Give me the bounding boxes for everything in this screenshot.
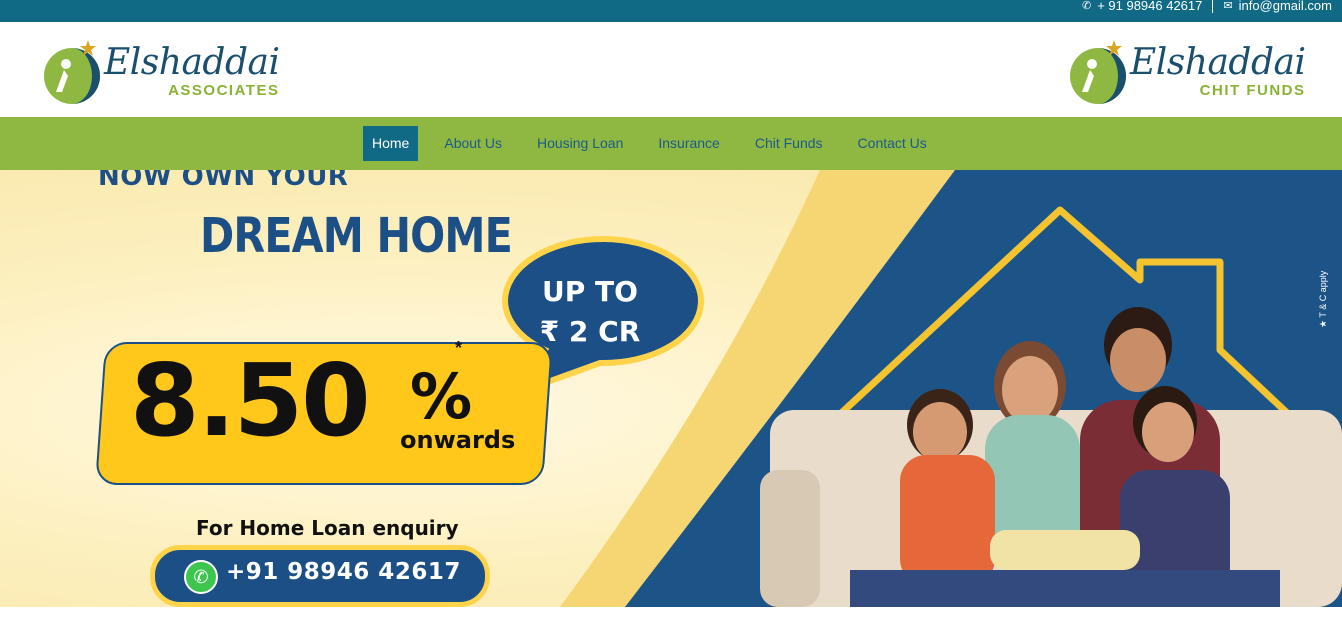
rate-percent-symbol: % (410, 360, 473, 433)
site-header: Elshaddai ASSOCIATES Elshaddai CHIT FUND… (0, 22, 1342, 117)
interest-rate: 8.50 (130, 342, 371, 459)
logo-associates[interactable]: Elshaddai ASSOCIATES (42, 36, 280, 106)
logo-emblem-icon (1070, 40, 1126, 104)
logo-chit-funds[interactable]: Elshaddai CHIT FUNDS (1068, 36, 1306, 106)
top-contact-bar: ✆ + 91 98946 42617 ✉ info@gmail.com (0, 0, 1342, 22)
loan-limit-bubble: UP TO ₹ 2 CR (500, 272, 680, 352)
logo-brand-text: Elshaddai (104, 41, 280, 83)
whatsapp-icon[interactable]: ✆ (184, 560, 218, 594)
nav-item-contact-us[interactable]: Contact Us (849, 126, 936, 161)
nav-item-insurance[interactable]: Insurance (649, 126, 728, 161)
logo-sub-text: CHIT FUNDS (1199, 81, 1306, 99)
contact-info: ✆ + 91 98946 42617 ✉ info@gmail.com (1082, 0, 1332, 13)
logo-sub-text: ASSOCIATES (168, 81, 280, 99)
nav-item-about-us[interactable]: About Us (435, 126, 511, 161)
whatsapp-phone-number[interactable]: +91 98946 42617 (226, 559, 461, 585)
nav-item-home[interactable]: Home (363, 126, 419, 161)
phone-icon: ✆ (1081, 0, 1092, 12)
topbar-email[interactable]: info@gmail.com (1239, 0, 1332, 13)
rate-onwards: onwards (400, 426, 516, 454)
logo-emblem-icon (44, 40, 100, 104)
main-nav: Home About Us Housing Loan Insurance Chi… (0, 117, 1342, 170)
banner-headline-1: NOW OWN YOUR (98, 170, 349, 192)
rate-asterisk: * (455, 338, 463, 358)
logo-brand-text: Elshaddai (1130, 41, 1306, 83)
nav-item-housing-loan[interactable]: Housing Loan (528, 126, 632, 161)
hero-banner[interactable]: NOW OWN YOUR DREAM HOME UP TO ₹ 2 CR 8.5… (0, 170, 1342, 607)
topbar-phone[interactable]: + 91 98946 42617 (1097, 0, 1202, 13)
mail-icon: ✉ (1223, 0, 1233, 12)
enquiry-label: For Home Loan enquiry (196, 516, 459, 540)
terms-note: ★ T & C apply (1318, 270, 1328, 328)
banner-headline-2: DREAM HOME (200, 208, 513, 264)
divider (1212, 0, 1214, 13)
nav-item-chit-funds[interactable]: Chit Funds (746, 126, 832, 161)
bubble-line-1: UP TO (542, 275, 638, 308)
